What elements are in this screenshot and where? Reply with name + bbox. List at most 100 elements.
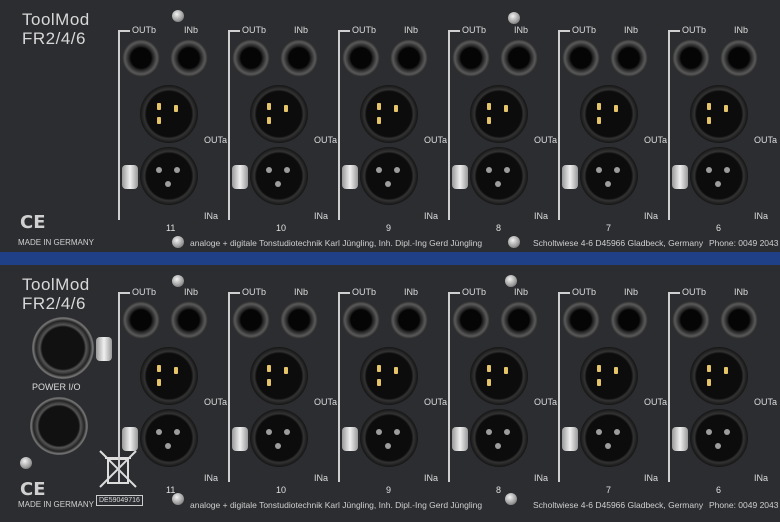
brand-label: ToolMod FR2/4/6 (22, 10, 90, 48)
outb-jack[interactable] (232, 301, 270, 339)
ina-xlr-socket[interactable] (360, 147, 418, 205)
xlr-latch[interactable] (562, 165, 578, 189)
outa-xlr-socket[interactable] (360, 347, 418, 405)
outb-jack[interactable] (452, 39, 490, 77)
power-connector (30, 397, 88, 455)
outa-xlr-socket[interactable] (360, 85, 418, 143)
outa-xlr-socket[interactable] (250, 347, 308, 405)
inb-jack[interactable] (170, 39, 208, 77)
channel-bracket (668, 292, 680, 482)
ina-xlr-socket[interactable] (470, 409, 528, 467)
ina-xlr-socket[interactable] (580, 409, 638, 467)
ina-xlr-socket[interactable] (470, 147, 528, 205)
xlr-latch[interactable] (342, 165, 358, 189)
inb-jack[interactable] (610, 301, 648, 339)
xlr-latch[interactable] (232, 427, 248, 451)
outb-jack[interactable] (452, 301, 490, 339)
outb-jack[interactable] (562, 301, 600, 339)
power-connector (32, 317, 94, 379)
ina-xlr-socket[interactable] (250, 409, 308, 467)
inb-jack[interactable] (500, 301, 538, 339)
inb-label: INb (184, 25, 199, 35)
ina-xlr-socket[interactable] (360, 409, 418, 467)
xlr-latch[interactable] (342, 427, 358, 451)
inb-jack[interactable] (390, 39, 428, 77)
outa-xlr-socket[interactable] (470, 85, 528, 143)
outb-jack[interactable] (672, 39, 710, 77)
channel-bracket (448, 30, 460, 220)
inb-jack[interactable] (610, 39, 648, 77)
channel-bracket (118, 292, 130, 482)
outa-xlr-socket[interactable] (470, 347, 528, 405)
ina-label: INa (314, 211, 329, 221)
inb-jack[interactable] (720, 301, 758, 339)
outb-jack[interactable] (232, 39, 270, 77)
channel-9: OUTb INb OUTa INa 9 (332, 277, 447, 495)
channel-10: OUTb INb OUTa INa 10 (222, 15, 337, 233)
inb-label: INb (404, 25, 419, 35)
inb-label: INb (624, 25, 639, 35)
inb-jack[interactable] (170, 301, 208, 339)
brand-name: ToolMod (22, 275, 90, 294)
ina-xlr-socket[interactable] (140, 147, 198, 205)
channel-number: 11 (166, 485, 176, 495)
power-latch (96, 337, 112, 361)
maker-label: analoge + digitale Tonstudiotechnik Karl… (190, 500, 483, 510)
ina-xlr-socket[interactable] (250, 147, 308, 205)
made-in-label: MADE IN GERMANY (18, 500, 95, 509)
inb-jack[interactable] (500, 39, 538, 77)
outa-xlr-socket[interactable] (690, 347, 748, 405)
outa-xlr-socket[interactable] (140, 85, 198, 143)
brand-model: FR2/4/6 (22, 29, 86, 48)
outa-xlr-socket[interactable] (250, 85, 308, 143)
channel-6: OUTb INb OUTa INa 6 (662, 277, 777, 495)
inb-jack[interactable] (390, 301, 428, 339)
inb-jack[interactable] (280, 39, 318, 77)
ina-xlr-socket[interactable] (690, 409, 748, 467)
inb-label: INb (184, 287, 199, 297)
channel-11: OUTb INb OUTa INa 11 (112, 15, 227, 233)
xlr-latch[interactable] (122, 427, 138, 451)
brand-label: ToolMod FR2/4/6 (22, 275, 90, 313)
inb-label: INb (404, 287, 419, 297)
inb-label: INb (624, 287, 639, 297)
inb-label: INb (294, 287, 309, 297)
outb-jack[interactable] (562, 39, 600, 77)
phone-label: Phone: 0049 2043 (709, 238, 779, 248)
xlr-latch[interactable] (672, 427, 688, 451)
outb-jack[interactable] (672, 301, 710, 339)
outa-xlr-socket[interactable] (140, 347, 198, 405)
ina-xlr-socket[interactable] (690, 147, 748, 205)
inb-label: INb (294, 25, 309, 35)
xlr-latch[interactable] (562, 427, 578, 451)
outb-jack[interactable] (122, 39, 160, 77)
channel-number: 9 (386, 223, 392, 233)
ina-xlr-socket[interactable] (140, 409, 198, 467)
xlr-latch[interactable] (672, 165, 688, 189)
xlr-latch[interactable] (232, 165, 248, 189)
outb-jack[interactable] (122, 301, 160, 339)
inb-jack[interactable] (720, 39, 758, 77)
outb-label: OUTb (352, 25, 377, 35)
serial-number: DE59049716 (96, 495, 143, 506)
made-in-label: MADE IN GERMANY (18, 238, 95, 247)
ina-label: INa (424, 211, 439, 221)
channel-9: OUTb INb OUTa INa 9 (332, 15, 447, 233)
ina-xlr-socket[interactable] (580, 147, 638, 205)
xlr-latch[interactable] (122, 165, 138, 189)
inb-label: INb (514, 25, 529, 35)
rack-unit-bottom: ToolMod FR2/4/6 POWER I/O OUTb INb OUTa INa… (0, 265, 780, 522)
outb-jack[interactable] (342, 301, 380, 339)
outa-xlr-socket[interactable] (580, 347, 638, 405)
channel-bracket (228, 292, 240, 482)
inb-jack[interactable] (280, 301, 318, 339)
outa-xlr-socket[interactable] (690, 85, 748, 143)
channel-bracket (118, 30, 130, 220)
outa-xlr-socket[interactable] (580, 85, 638, 143)
xlr-latch[interactable] (452, 165, 468, 189)
xlr-latch[interactable] (452, 427, 468, 451)
address-label: Scholtwiese 4-6 D45966 Gladbeck, Germany (533, 238, 704, 248)
ina-label: INa (314, 473, 329, 483)
outb-jack[interactable] (342, 39, 380, 77)
ina-label: INa (534, 211, 549, 221)
